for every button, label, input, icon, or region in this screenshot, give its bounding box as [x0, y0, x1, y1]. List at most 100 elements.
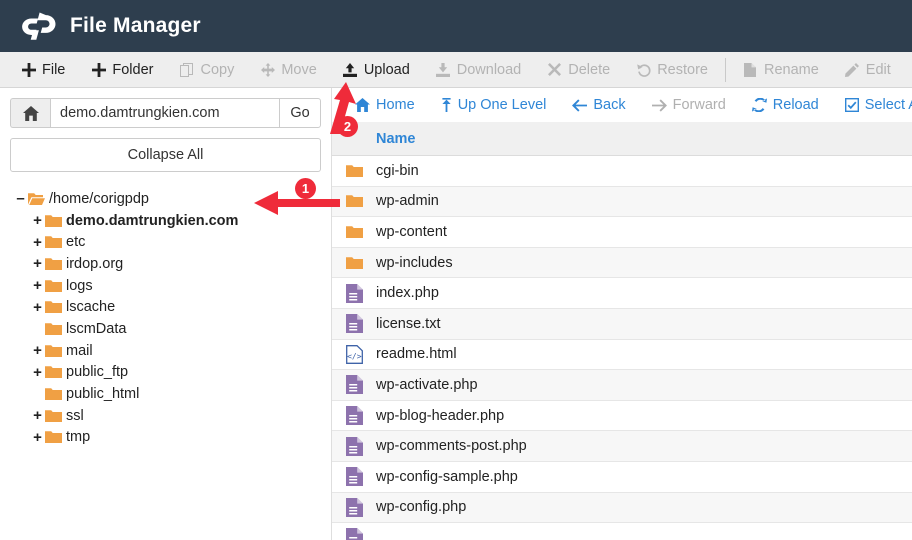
nav-forward-button: Forward [639, 97, 739, 113]
nav-select-all-button[interactable]: Select All [832, 97, 912, 113]
tree-item-label: lscache [66, 299, 116, 316]
file-row[interactable]: wp-blog-header.php [332, 400, 912, 432]
home-icon [355, 98, 370, 112]
folder-open-icon [27, 192, 45, 206]
file-doc-icon [332, 467, 376, 487]
folder-icon [44, 214, 62, 228]
toolbar-file-button[interactable]: File [8, 52, 78, 87]
file-row[interactable]: wp-admin [332, 186, 912, 218]
tree-item[interactable]: + mail [10, 340, 321, 362]
toolbar-item-label: Move [281, 61, 317, 78]
restore-icon [636, 62, 651, 77]
file-row[interactable]: wp-includes [332, 247, 912, 279]
folder-icon [44, 322, 62, 336]
tree-item[interactable]: + public_ftp [10, 362, 321, 384]
file-table-header: Name [332, 122, 912, 156]
expand-icon[interactable]: + [31, 408, 44, 423]
tree-item-label: logs [66, 277, 93, 294]
file-row[interactable]: cgi-bin [332, 156, 912, 187]
checkbox-icon [844, 98, 859, 112]
expand-icon[interactable]: + [31, 430, 44, 445]
toolbar-copy-button: Copy [166, 52, 247, 87]
tree-item[interactable]: + ssl [10, 405, 321, 427]
page-title: File Manager [70, 14, 201, 37]
pencil-icon [845, 62, 860, 77]
file-row[interactable]: </> readme.html [332, 339, 912, 371]
toolbar-restore-button: Restore [623, 52, 721, 87]
folder-icon [44, 387, 62, 401]
home-icon[interactable] [10, 98, 50, 128]
file-doc-icon [332, 283, 376, 303]
file-doc-icon [332, 406, 376, 426]
tree-item[interactable]: – /home/corigpdp [10, 188, 321, 210]
nav-item-label: Up One Level [457, 97, 547, 113]
file-row[interactable]: wp-config-sample.php [332, 461, 912, 493]
tree-item-label: public_ftp [66, 364, 129, 381]
toolbar-upload-button[interactable]: Upload [330, 52, 423, 87]
directory-tree: – /home/corigpdp + demo.damtrungkien.com + et… [10, 188, 321, 448]
file-doc-icon [332, 314, 376, 334]
folder-icon [44, 257, 62, 271]
file-row[interactable] [332, 523, 912, 540]
file-name: wp-content [376, 223, 447, 240]
main-body: Go Collapse All – /home/corigpdp + demo.dam… [0, 88, 912, 540]
main-toolbar: File Folder Copy Move Upload Download Delete Re… [0, 52, 912, 88]
nav-item-label: Forward [672, 97, 726, 113]
file-row[interactable]: wp-config.php [332, 492, 912, 524]
expand-icon[interactable]: + [31, 256, 44, 271]
expand-icon[interactable]: + [31, 343, 44, 358]
tree-item[interactable]: + demo.damtrungkien.com [10, 210, 321, 232]
file-list-pane: Home Up One Level Back Forward Reload Select … [332, 88, 912, 540]
nav-back-button[interactable]: Back [559, 97, 638, 113]
plus-icon [91, 62, 106, 77]
move-icon [260, 62, 275, 77]
tree-item-label: demo.damtrungkien.com [66, 212, 239, 229]
toolbar-delete-button: Delete [534, 52, 623, 87]
file-name: wp-blog-header.php [376, 407, 505, 424]
tree-item[interactable]: lscmData [10, 318, 321, 340]
file-row[interactable]: wp-comments-post.php [332, 431, 912, 462]
file-html-icon: </> [332, 344, 376, 364]
toolbar-folder-button[interactable]: Folder [78, 52, 166, 87]
file-row[interactable]: wp-activate.php [332, 370, 912, 401]
file-name: wp-includes [376, 254, 453, 271]
path-input[interactable] [50, 98, 279, 128]
expand-icon[interactable]: + [31, 278, 44, 293]
tree-item[interactable]: + irdop.org [10, 253, 321, 275]
tree-item[interactable]: + etc [10, 231, 321, 253]
go-button[interactable]: Go [279, 98, 321, 128]
toolbar-item-label: Restore [657, 61, 708, 78]
nav-up-one-level-button[interactable]: Up One Level [428, 97, 560, 113]
times-icon [547, 62, 562, 77]
collapse-icon[interactable]: – [14, 191, 27, 206]
file-name: readme.html [376, 346, 457, 363]
tree-item[interactable]: + logs [10, 275, 321, 297]
file-row[interactable]: index.php [332, 278, 912, 309]
tree-item[interactable]: + lscache [10, 296, 321, 318]
nav-home-button[interactable]: Home [342, 97, 428, 113]
collapse-all-button[interactable]: Collapse All [10, 138, 321, 172]
nav-reload-button[interactable]: Reload [739, 97, 832, 113]
toolbar-item-label: Upload [363, 61, 410, 78]
plus-icon [21, 62, 36, 77]
file-row[interactable]: license.txt [332, 308, 912, 340]
expand-icon[interactable]: + [31, 365, 44, 380]
column-header-name[interactable]: Name [376, 131, 416, 147]
tree-item[interactable]: public_html [10, 383, 321, 405]
expand-icon[interactable]: + [31, 235, 44, 250]
toolbar-rename-button: Rename [730, 52, 832, 87]
toolbar-item-label: Delete [568, 61, 611, 78]
file-row[interactable]: wp-content [332, 217, 912, 248]
path-bar: Go [10, 98, 321, 128]
reload-icon [751, 98, 767, 112]
tree-item-label: lscmData [66, 320, 127, 337]
folder-icon [44, 365, 62, 379]
tree-item-label: /home/corigpdp [49, 190, 149, 207]
download-icon [436, 62, 451, 77]
file-table-body: cgi-bin wp-admin wp-content wp-includes inde… [332, 156, 912, 540]
tree-item[interactable]: + tmp [10, 427, 321, 449]
expand-icon[interactable]: + [31, 300, 44, 315]
nav-item-label: Reload [772, 97, 819, 113]
tree-item-label: etc [66, 234, 86, 251]
expand-icon[interactable]: + [31, 213, 44, 228]
